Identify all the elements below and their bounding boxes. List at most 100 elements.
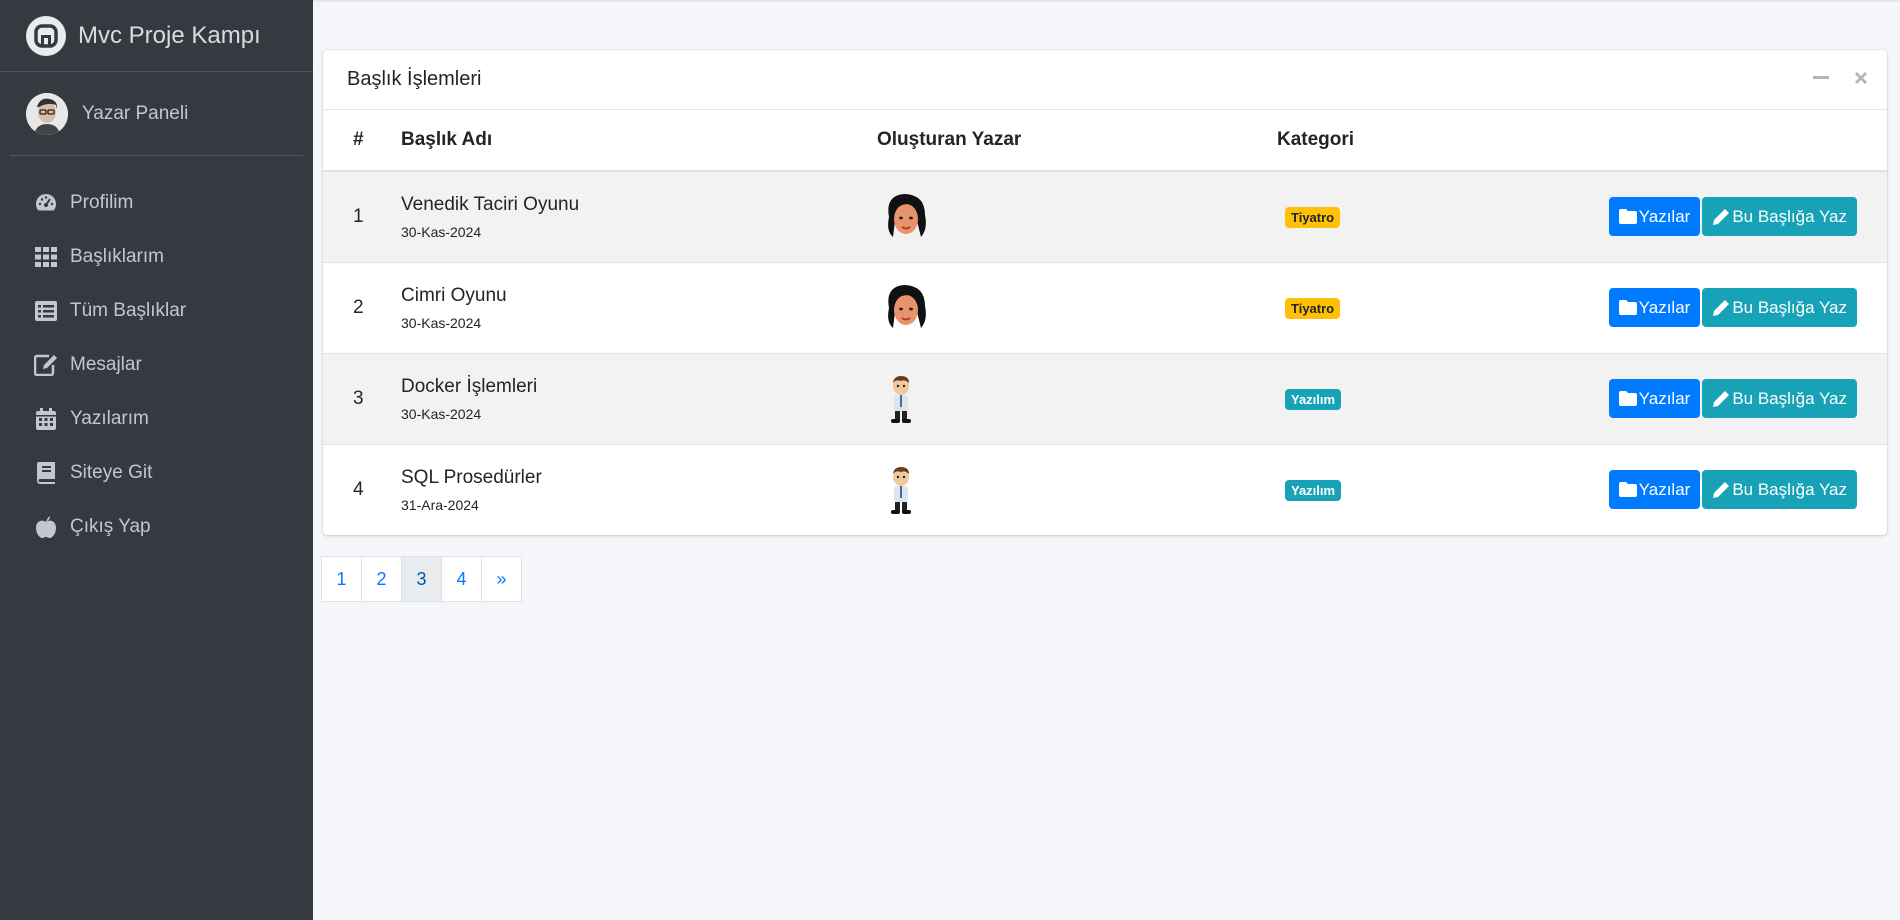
title-date: 30-Kas-2024 (401, 405, 482, 422)
user-avatar (26, 92, 68, 135)
author-cell (877, 352, 1277, 444)
sidebar-item-cikis-yap[interactable]: Çıkış Yap (0, 500, 313, 554)
sidebar-item-mesajlar[interactable]: Mesajlar (0, 338, 313, 392)
column-header-actions (1537, 110, 1887, 172)
title-name: Cimri Oyunu (401, 284, 507, 306)
row-number: 4 (323, 443, 401, 535)
pencil-icon (1713, 299, 1730, 316)
page-link-3[interactable]: 3 (401, 556, 442, 602)
row-number: 3 (323, 352, 401, 444)
titles-card: Başlık İşlemleri # Başlık Adı Oluşturan … (323, 50, 1887, 535)
posts-button[interactable]: Yazılar (1608, 288, 1701, 327)
folder-icon (1618, 209, 1637, 225)
list-icon (34, 299, 58, 323)
category-badge: Yazılım (1285, 388, 1342, 410)
write-to-title-button[interactable]: Bu Başlığa Yaz (1702, 288, 1857, 327)
posts-button[interactable]: Yazılar (1608, 379, 1701, 418)
table-row: 1 Venedik Taciri Oyunu 30-Kas-2024 Tiyat… (323, 170, 1887, 262)
row-number: 2 (323, 261, 401, 353)
sidebar-item-tum-basliklar[interactable]: Tüm Başlıklar (0, 284, 313, 338)
woman-avatar-icon (888, 193, 926, 237)
page-link-1[interactable]: 1 (321, 556, 362, 602)
column-header-number: # (323, 110, 401, 172)
sidebar-item-label: Profilim (70, 192, 134, 213)
write-to-title-button[interactable]: Bu Başlığa Yaz (1702, 379, 1857, 418)
actions-cell: Yazılar Bu Başlığa Yaz (1537, 170, 1887, 262)
category-badge: Yazılım (1285, 479, 1342, 501)
sidebar-item-label: Çıkış Yap (70, 516, 151, 537)
brand-name: Mvc Proje Kampı (78, 21, 261, 49)
category-cell: Tiyatro (1277, 261, 1537, 353)
category-badge: Tiyatro (1285, 206, 1341, 228)
book-icon (34, 461, 58, 485)
sidebar: Mvc Proje Kampı Yazar Paneli Profilim Ba… (0, 0, 313, 920)
posts-button-label: Yazılar (1638, 388, 1691, 408)
sidebar-item-yazilarim[interactable]: Yazılarım (0, 392, 313, 446)
pencil-icon (1713, 481, 1730, 498)
posts-button-label: Yazılar (1638, 297, 1691, 317)
title-cell: SQL Prosedürler 31-Ara-2024 (401, 443, 877, 535)
posts-button[interactable]: Yazılar (1608, 197, 1701, 237)
sidebar-nav: Profilim Başlıklarım Tüm Başlıklar Mesaj… (0, 176, 313, 554)
sidebar-item-label: Siteye Git (70, 462, 153, 483)
folder-icon (1618, 391, 1637, 406)
category-badge: Tiyatro (1285, 297, 1341, 319)
sidebar-item-profilim[interactable]: Profilim (0, 176, 313, 230)
sidebar-item-label: Tüm Başlıklar (70, 300, 187, 321)
folder-icon (1618, 482, 1637, 498)
actions-cell: Yazılar Bu Başlığa Yaz (1537, 352, 1887, 444)
card-tools (1811, 68, 1871, 88)
pagination: 1 2 3 4 » (321, 556, 522, 602)
write-button-label: Bu Başlığa Yaz (1732, 388, 1847, 408)
column-header-author: Oluşturan Yazar (877, 110, 1277, 172)
write-button-label: Bu Başlığa Yaz (1732, 206, 1847, 226)
actions-cell: Yazılar Bu Başlığa Yaz (1537, 261, 1887, 353)
page-link-next[interactable]: » (481, 556, 522, 602)
page-link-4[interactable]: 4 (441, 556, 482, 602)
table-row: 4 SQL Prosedürler 31-Ara-2024 Yazılım Ya… (323, 443, 1887, 535)
sidebar-item-siteye-git[interactable]: Siteye Git (0, 446, 313, 500)
sidebar-item-basliklarim[interactable]: Başlıklarım (0, 230, 313, 284)
grid-icon (34, 245, 58, 269)
column-header-title: Başlık Adı (401, 110, 877, 172)
man-cartoon-avatar-icon (891, 375, 911, 423)
author-cell (877, 170, 1277, 262)
minimize-icon[interactable] (1811, 68, 1831, 88)
user-panel-name: Yazar Paneli (82, 102, 189, 124)
calendar-icon (34, 407, 58, 431)
title-cell: Venedik Taciri Oyunu 30-Kas-2024 (401, 170, 877, 262)
title-date: 31-Ara-2024 (401, 496, 479, 513)
man-cartoon-avatar-icon (891, 466, 911, 514)
author-cell (877, 261, 1277, 353)
edit-icon (34, 353, 58, 377)
woman-avatar-icon (888, 284, 926, 328)
table-row: 2 Cimri Oyunu 30-Kas-2024 Tiyatro Yazıla… (323, 261, 1887, 353)
title-date: 30-Kas-2024 (401, 314, 482, 331)
posts-button-label: Yazılar (1638, 479, 1691, 499)
table-header-row: # Başlık Adı Oluşturan Yazar Kategori (323, 110, 1887, 172)
titles-table: # Başlık Adı Oluşturan Yazar Kategori 1 … (323, 110, 1887, 535)
brand-logo-icon (26, 15, 66, 56)
sidebar-item-label: Yazılarım (70, 408, 149, 429)
category-cell: Yazılım (1277, 352, 1537, 444)
page-link-2[interactable]: 2 (361, 556, 402, 602)
column-header-category: Kategori (1277, 110, 1537, 172)
close-icon[interactable] (1851, 68, 1871, 88)
sidebar-item-label: Başlıklarım (70, 246, 164, 267)
write-button-label: Bu Başlığa Yaz (1732, 479, 1847, 499)
table-row: 3 Docker İşlemleri 30-Kas-2024 Yazılım Y… (323, 352, 1887, 444)
title-name: Docker İşlemleri (401, 375, 538, 397)
title-cell: Cimri Oyunu 30-Kas-2024 (401, 261, 877, 353)
write-to-title-button[interactable]: Bu Başlığa Yaz (1702, 197, 1857, 237)
title-name: Venedik Taciri Oyunu (401, 193, 580, 215)
user-panel[interactable]: Yazar Paneli (10, 72, 303, 156)
brand-link[interactable]: Mvc Proje Kampı (0, 0, 313, 72)
write-button-label: Bu Başlığa Yaz (1732, 297, 1847, 317)
row-number: 1 (323, 170, 401, 262)
apple-icon (34, 515, 58, 539)
title-cell: Docker İşlemleri 30-Kas-2024 (401, 352, 877, 444)
write-to-title-button[interactable]: Bu Başlığa Yaz (1702, 470, 1857, 510)
dashboard-gauge-icon (34, 191, 58, 215)
pencil-icon (1713, 208, 1730, 225)
posts-button[interactable]: Yazılar (1608, 470, 1701, 510)
